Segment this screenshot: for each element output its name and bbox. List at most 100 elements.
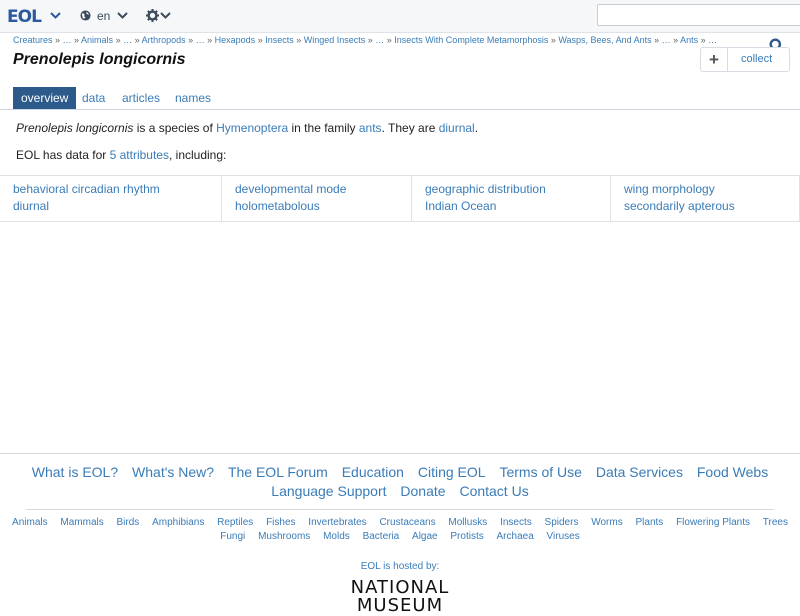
tab-names[interactable]: names — [175, 87, 211, 109]
taxon-link[interactable]: Worms — [591, 516, 622, 530]
family-link[interactable]: ants — [359, 121, 382, 135]
globe-icon[interactable] — [80, 10, 91, 21]
taxon-link[interactable]: Insects — [500, 516, 532, 530]
footer-links: What is EOL? What's New? The EOL Forum E… — [0, 463, 800, 501]
footer-link[interactable]: Terms of Use — [499, 463, 581, 482]
breadcrumb-item[interactable]: Winged Insects — [304, 35, 366, 45]
breadcrumb-item[interactable]: … — [123, 35, 132, 45]
gear-icon[interactable] — [146, 9, 159, 22]
breadcrumb-item[interactable]: Creatures — [13, 35, 53, 45]
breadcrumb-item[interactable]: … — [708, 35, 717, 45]
tab-overview[interactable]: overview — [13, 87, 77, 109]
taxon-link[interactable]: Fishes — [266, 516, 295, 530]
eol-logo[interactable]: EOL — [7, 7, 42, 27]
data-cell[interactable]: behavioral circadian rhythm diurnal — [0, 176, 222, 221]
taxon-link[interactable]: Spiders — [545, 516, 579, 530]
footer-link[interactable]: The EOL Forum — [228, 463, 328, 482]
taxon-link[interactable]: Amphibians — [152, 516, 204, 530]
breadcrumb-item[interactable]: Insects — [265, 35, 294, 45]
breadcrumb-item[interactable]: … — [375, 35, 384, 45]
data-value[interactable]: diurnal — [13, 199, 49, 213]
taxon-link[interactable]: Viruses — [547, 530, 580, 544]
footer-link[interactable]: Citing EOL — [418, 463, 486, 482]
footer-link[interactable]: Contact Us — [459, 482, 528, 501]
taxon-link[interactable]: Plants — [635, 516, 663, 530]
taxon-link[interactable]: Molds — [323, 530, 350, 544]
taxon-link[interactable]: Mollusks — [448, 516, 487, 530]
chevron-down-icon[interactable] — [50, 9, 61, 21]
attributes-text: EOL has data for — [16, 148, 110, 162]
chevron-down-icon[interactable] — [160, 9, 171, 21]
taxon-link[interactable]: Fungi — [220, 530, 245, 544]
page-title: Prenolepis longicornis — [13, 51, 186, 68]
footer-link[interactable]: What is EOL? — [32, 463, 118, 482]
taxon-link[interactable]: Mushrooms — [258, 530, 310, 544]
breadcrumb-item[interactable]: Ants — [680, 35, 698, 45]
summary-text: . — [474, 121, 479, 135]
breadcrumb-separator: » — [548, 35, 559, 45]
footer-link[interactable]: Food Webs — [697, 463, 768, 482]
data-attribute[interactable]: wing morphology — [624, 182, 715, 196]
breadcrumb-separator: » — [132, 35, 142, 45]
breadcrumb-separator: » — [113, 35, 124, 45]
data-cell[interactable]: developmental mode holometabolous — [222, 176, 412, 221]
data-value[interactable]: secondarily apterous — [624, 199, 735, 213]
trait-link[interactable]: diurnal — [439, 121, 475, 135]
tab-articles[interactable]: articles — [122, 87, 160, 109]
summary-text: . They are — [381, 121, 439, 135]
tab-data[interactable]: data — [82, 87, 105, 109]
data-cell[interactable]: geographic distribution Indian Ocean — [412, 176, 611, 221]
taxon-link[interactable]: Protists — [450, 530, 483, 544]
taxon-link[interactable]: Crustaceans — [379, 516, 435, 530]
taxon-link[interactable]: Flowering Plants — [676, 516, 750, 530]
host-logo[interactable]: NATIONAL MUSEUM — [350, 579, 450, 615]
data-value[interactable]: holometabolous — [235, 199, 320, 213]
data-attribute[interactable]: developmental mode — [235, 182, 346, 196]
chevron-down-icon[interactable] — [117, 9, 128, 21]
breadcrumb-item[interactable]: Animals — [81, 35, 113, 45]
taxon-link[interactable]: Trees — [763, 516, 788, 530]
taxon-link[interactable]: Algae — [412, 530, 438, 544]
footer-link[interactable]: Education — [342, 463, 404, 482]
breadcrumb-item[interactable]: Arthropods — [142, 35, 186, 45]
search-input[interactable] — [597, 4, 800, 26]
breadcrumb-separator: » — [255, 35, 266, 45]
taxon-link[interactable]: Animals — [12, 516, 48, 530]
plus-icon: + — [701, 48, 728, 71]
taxon-link[interactable]: Invertebrates — [308, 516, 366, 530]
data-attribute[interactable]: behavioral circadian rhythm — [13, 182, 160, 196]
breadcrumb-separator: » — [71, 35, 82, 45]
breadcrumb-item[interactable]: … — [63, 35, 72, 45]
breadcrumb-separator: » — [293, 35, 304, 45]
breadcrumb-item[interactable]: … — [662, 35, 671, 45]
data-attribute[interactable]: geographic distribution — [425, 182, 546, 196]
taxon-link[interactable]: Bacteria — [363, 530, 400, 544]
attributes-link[interactable]: 5 attributes — [110, 148, 169, 162]
breadcrumb-separator: » — [651, 35, 662, 45]
taxon-link[interactable]: Mammals — [60, 516, 103, 530]
breadcrumb-item[interactable]: Hexapods — [215, 35, 256, 45]
breadcrumb-separator: » — [204, 35, 215, 45]
footer-link[interactable]: Data Services — [596, 463, 683, 482]
data-cell[interactable]: wing morphology secondarily apterous — [611, 176, 800, 221]
data-value[interactable]: Indian Ocean — [425, 199, 496, 213]
footer-link[interactable]: What's New? — [132, 463, 214, 482]
collect-button[interactable]: + collect — [700, 47, 790, 72]
footer-link[interactable]: Donate — [400, 482, 445, 501]
taxon-link[interactable]: Reptiles — [217, 516, 253, 530]
breadcrumb: Creatures » … » Animals » … » Arthropods… — [13, 35, 717, 45]
breadcrumb-item[interactable]: Insects With Complete Metamorphosis — [394, 35, 548, 45]
breadcrumb-item[interactable]: … — [196, 35, 205, 45]
taxon-link[interactable]: Birds — [117, 516, 140, 530]
top-navbar: EOL en — [0, 0, 800, 33]
footer-link[interactable]: Language Support — [271, 482, 386, 501]
taxon-link[interactable]: Archaea — [497, 530, 534, 544]
species-summary: Prenolepis longicornis is a species of H… — [16, 121, 478, 135]
footer-divider — [0, 453, 800, 454]
taxa-links: Animals Mammals Birds Amphibians Reptile… — [0, 516, 800, 544]
language-selector[interactable]: en — [97, 9, 110, 23]
breadcrumb-item[interactable]: Wasps, Bees, And Ants — [558, 35, 651, 45]
breadcrumb-separator: » — [52, 35, 63, 45]
order-link[interactable]: Hymenoptera — [216, 121, 288, 135]
collect-label: collect — [741, 53, 773, 65]
